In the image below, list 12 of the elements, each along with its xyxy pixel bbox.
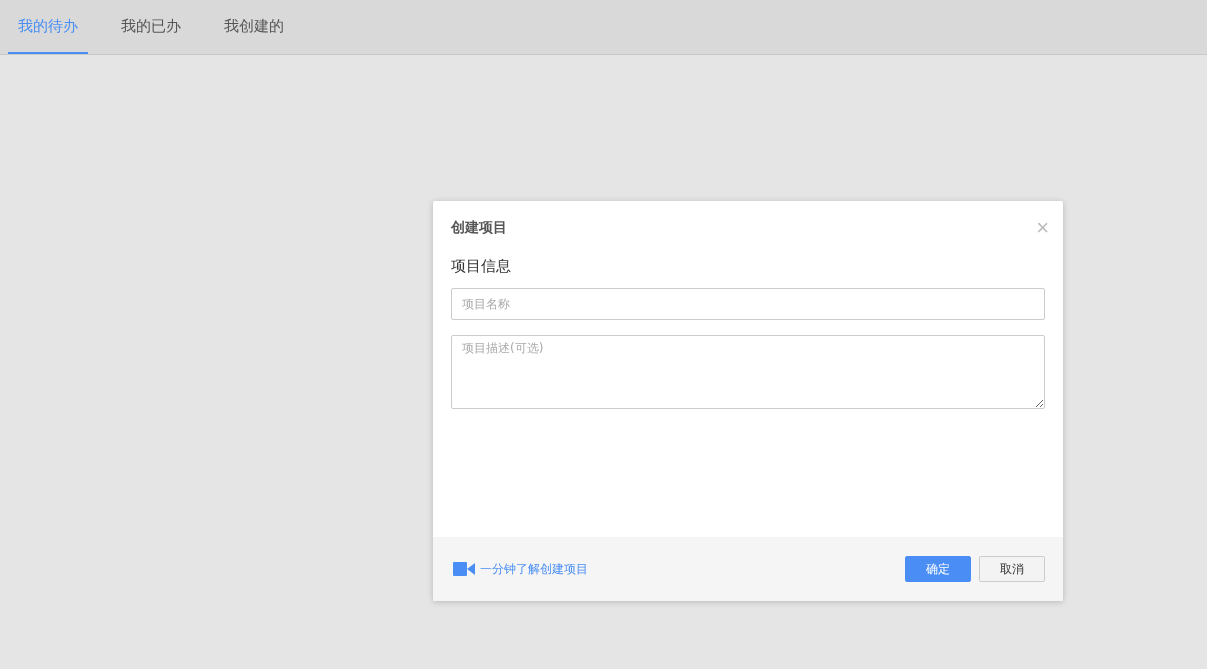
tab[interactable]: 我的待办	[8, 0, 88, 54]
project-description-field[interactable]: 项目描述(可选)	[451, 335, 1045, 409]
tab[interactable]: 我创建的	[214, 0, 294, 54]
close-button[interactable]: ×	[1032, 217, 1053, 239]
project-name-field[interactable]: 项目名称	[451, 288, 1045, 320]
help-link[interactable]: 一分钟了解创建项目	[480, 560, 588, 578]
cancel-button[interactable]: 取消	[979, 556, 1045, 582]
section-title: 项目信息	[451, 257, 512, 276]
confirm-button[interactable]: 确定	[905, 556, 971, 582]
dialog-title: 创建项目	[451, 219, 507, 237]
tab[interactable]: 我的已办	[111, 0, 191, 54]
video-camera-icon	[453, 562, 475, 576]
